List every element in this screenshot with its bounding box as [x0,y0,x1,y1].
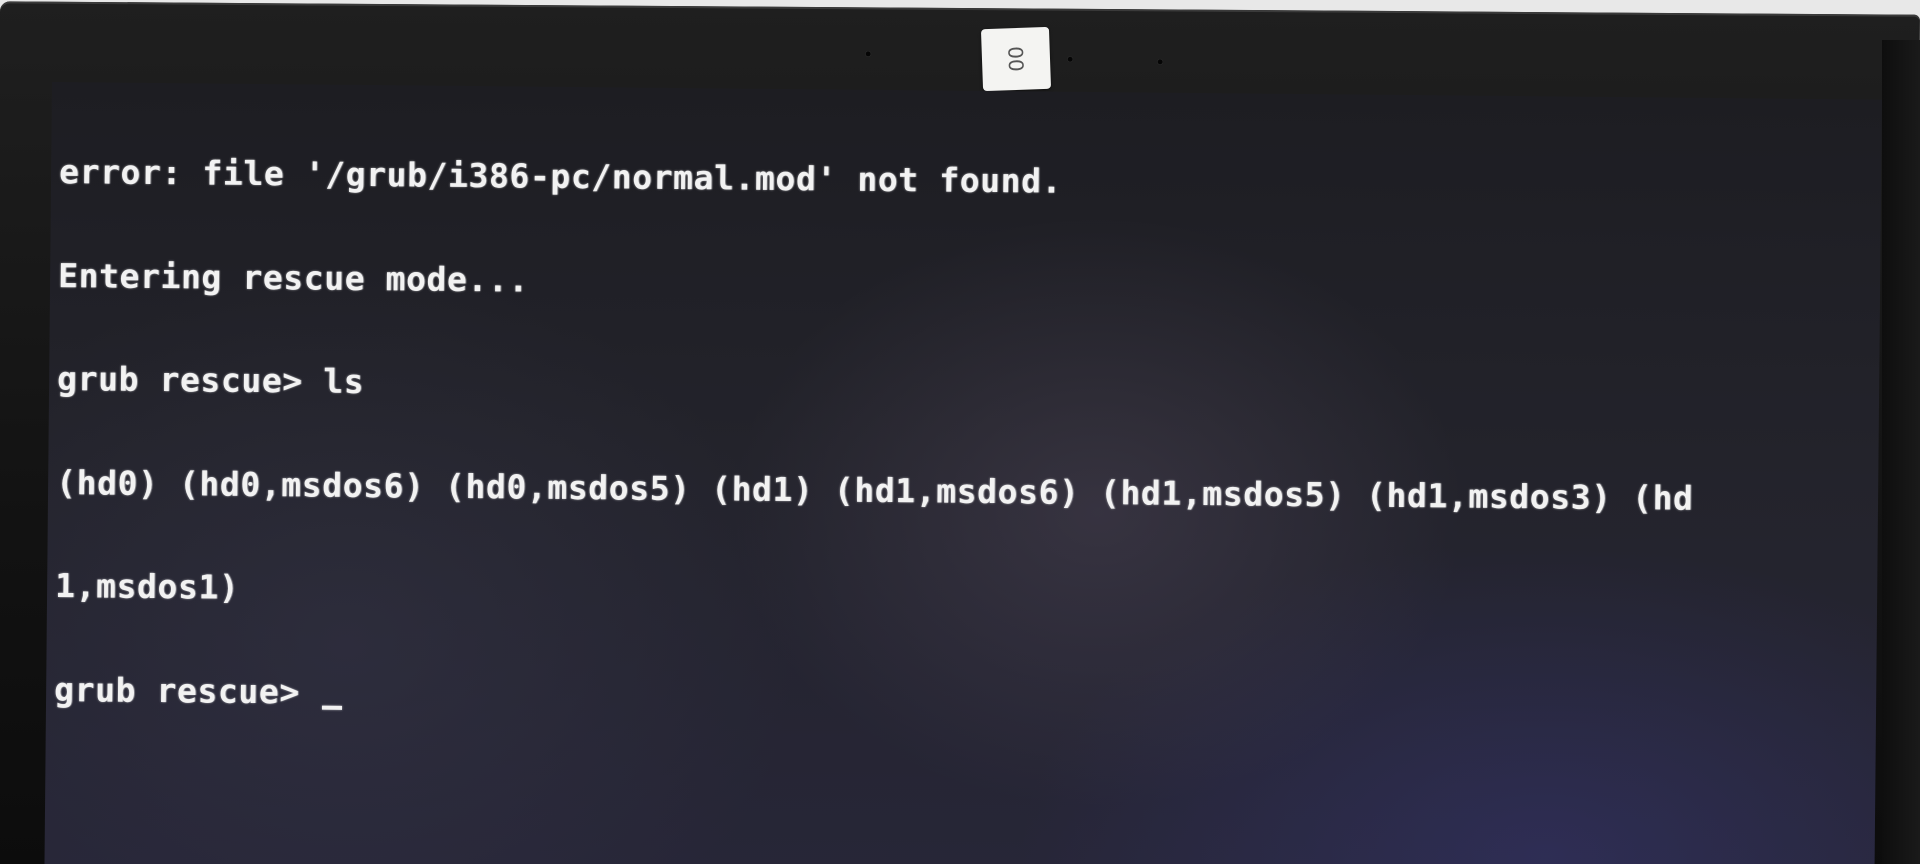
text-cursor [322,705,343,710]
webcam-dot-far-right [1157,59,1163,65]
photo-scene: 00 error: file '/grub/i386-pc/normal.mod… [0,0,1920,864]
console-line-error: error: file '/grub/i386-pc/normal.mod' n… [58,152,1063,201]
console-prompt: grub rescue> [53,669,321,712]
webcam-dot-left [865,51,871,57]
console-line-device-list-wrap: 1,msdos1) [54,566,240,607]
console-line-ls-command: grub rescue> ls [56,359,365,402]
monitor-bezel-right-edge [1882,40,1920,864]
console-input-line[interactable]: grub rescue> [53,669,1874,725]
webcam-dot-right [1067,56,1073,62]
sticker-text: 00 [1003,45,1029,73]
monitor-screen: error: file '/grub/i386-pc/normal.mod' n… [44,82,1882,864]
grub-rescue-console[interactable]: error: file '/grub/i386-pc/normal.mod' n… [53,86,1880,793]
console-line-device-list: (hd0) (hd0,msdos6) (hd0,msdos5) (hd1) (h… [55,462,1694,518]
console-line-rescue-mode: Entering rescue mode... [57,255,530,300]
sticker-label: 00 [980,26,1052,92]
